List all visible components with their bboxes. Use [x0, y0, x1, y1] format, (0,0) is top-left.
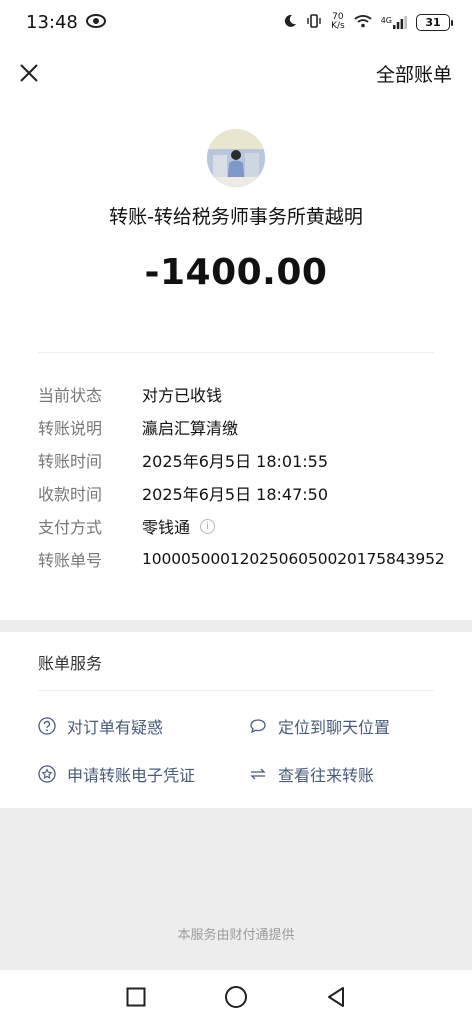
detail-value[interactable]: 100005000120250605002017584395​2 — [142, 550, 445, 568]
detail-value: 零钱通 — [142, 518, 191, 537]
provider-footer: 本服务由财付通提供 — [177, 928, 295, 943]
detail-row-payment-method: 支付方式 零钱通 i — [38, 514, 458, 538]
detail-label: 收款时间 — [38, 485, 103, 504]
divider — [38, 690, 434, 691]
network-speed: 70 K/s — [331, 12, 345, 31]
avatar[interactable] — [207, 129, 265, 187]
transfer-amount: -1400.00 — [144, 252, 328, 293]
divider — [38, 352, 434, 353]
service-label: 对订单有疑惑 — [67, 718, 164, 737]
home-button[interactable] — [220, 981, 252, 1013]
detail-label: 当前状态 — [38, 386, 103, 405]
service-label: 申请转账电子凭证 — [67, 766, 196, 785]
detail-value: 瀛启汇算清缴 — [142, 419, 239, 438]
all-bills-link[interactable]: 全部账单 — [376, 60, 452, 87]
system-nav-bar — [0, 970, 472, 1024]
apply-voucher-link[interactable]: 申请转账电子凭证 — [38, 762, 195, 786]
detail-value: 2025年6月5日 18:01:55 — [142, 452, 329, 471]
detail-row-transaction-id: 转账单号 100005000120250605002017584395​2 — [38, 547, 458, 571]
status-time: 13:48 — [26, 11, 78, 33]
service-label: 定位到聊天位置 — [278, 718, 391, 737]
detail-row-receive-time: 收款时间 2025年6月5日 18:47:50 — [38, 481, 458, 505]
view-transfers-link[interactable]: 查看往来转账 — [249, 762, 374, 786]
back-button[interactable] — [320, 981, 352, 1013]
detail-value: 对方已收钱 — [142, 386, 223, 405]
detail-row-status: 当前状态 对方已收钱 — [38, 382, 458, 406]
swap-arrows-icon — [250, 768, 266, 780]
order-question-link[interactable]: 对订单有疑惑 — [38, 714, 163, 738]
bill-services-section: 账单服务 对订单有疑惑 定位到聊天位置 申请转账电子凭证 查看往来转账 — [0, 632, 472, 808]
chat-bubble-icon — [250, 719, 266, 734]
circle-icon — [225, 986, 247, 1008]
back-triangle-icon — [328, 987, 344, 1007]
recent-apps-button[interactable] — [120, 981, 152, 1013]
signal-icon: 4G — [381, 15, 407, 29]
moon-icon — [283, 14, 297, 31]
close-icon — [20, 64, 38, 82]
detail-value: 2025年6月5日 18:47:50 — [142, 485, 329, 504]
vibrate-icon — [306, 13, 322, 32]
battery-indicator: 31 — [416, 13, 453, 31]
detail-label: 转账单号 — [38, 551, 103, 570]
detail-row-transfer-time: 转账时间 2025年6月5日 18:01:55 — [38, 448, 458, 472]
detail-label: 转账时间 — [38, 452, 103, 471]
detail-label: 转账说明 — [38, 419, 103, 438]
services-title: 账单服务 — [38, 654, 103, 673]
transfer-title: 转账-转给税务师事务所黄越明 — [109, 206, 363, 228]
detail-label: 支付方式 — [38, 518, 103, 537]
star-badge-icon — [38, 765, 56, 783]
question-circle-icon — [38, 717, 56, 735]
detail-row-note: 转账说明 瀛启汇算清缴 — [38, 415, 458, 439]
eye-icon — [85, 12, 106, 33]
square-icon — [126, 987, 146, 1007]
section-gap — [0, 620, 472, 632]
top-nav-bar: 全部账单 — [0, 44, 472, 102]
transfer-detail-card: 转账-转给税务师事务所黄越明 -1400.00 当前状态 对方已收钱 转账说明 … — [0, 102, 472, 620]
status-bar: 13:48 70 K/s 4G 31 — [0, 0, 472, 44]
wifi-icon — [354, 14, 372, 31]
service-label: 查看往来转账 — [278, 766, 375, 785]
info-icon[interactable]: i — [200, 518, 216, 534]
close-button[interactable] — [14, 58, 44, 88]
locate-chat-link[interactable]: 定位到聊天位置 — [249, 714, 390, 738]
